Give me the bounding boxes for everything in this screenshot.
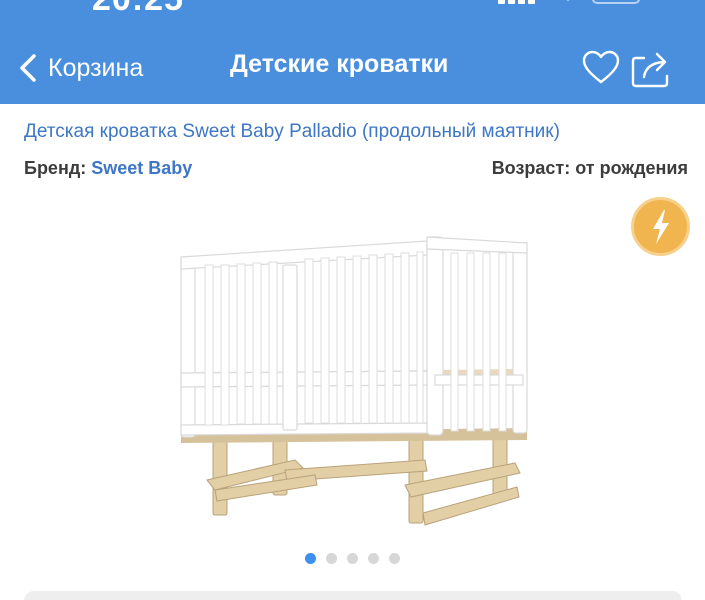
- share-button[interactable]: [630, 48, 676, 88]
- back-button[interactable]: Корзина: [18, 48, 143, 88]
- navigation-bar: 20:25 Корзина Детские кроватки: [0, 0, 705, 104]
- share-icon: [631, 52, 669, 88]
- pager-dot[interactable]: [389, 553, 400, 564]
- product-title[interactable]: Детская кроватка Sweet Baby Palladio (пр…: [24, 121, 560, 143]
- status-time: 20:25: [92, 0, 184, 19]
- pager-dot-active[interactable]: [305, 553, 316, 564]
- age-info: Возраст: от рождения: [492, 158, 688, 179]
- heart-icon: [582, 50, 620, 84]
- lightning-badge[interactable]: [631, 197, 690, 256]
- wifi-icon: [567, 0, 569, 1]
- bottom-panel: [24, 591, 682, 600]
- lightning-icon: [653, 210, 669, 244]
- pager-dot[interactable]: [368, 553, 379, 564]
- pager-dot[interactable]: [347, 553, 358, 564]
- brand-label: Бренд:: [24, 158, 87, 178]
- product-image-gallery[interactable]: [175, 225, 535, 535]
- pager-dot[interactable]: [326, 553, 337, 564]
- back-label: Корзина: [48, 53, 144, 82]
- age-label: Возраст:: [491, 158, 571, 178]
- status-icons: [498, 0, 648, 6]
- chevron-left-icon: [20, 54, 36, 82]
- favorite-button[interactable]: [582, 50, 620, 86]
- page-title: Детские кроватки: [230, 50, 449, 78]
- brand-link[interactable]: Sweet Baby: [91, 158, 192, 178]
- brand-info: Бренд: Sweet Baby: [24, 158, 192, 179]
- age-value: от рождения: [575, 158, 688, 178]
- battery-icon: [592, 0, 640, 4]
- crib-image: [180, 236, 528, 526]
- gallery-pager: [305, 553, 400, 565]
- signal-icon: [498, 0, 538, 4]
- product-meta: Бренд: Sweet Baby Возраст: от рождения: [24, 158, 688, 184]
